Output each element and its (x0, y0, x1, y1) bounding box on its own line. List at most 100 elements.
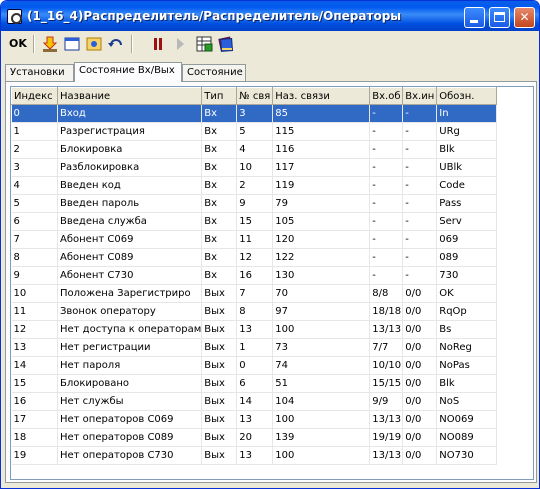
cell-type[interactable]: Вх (201, 248, 238, 267)
cell-link-number[interactable]: 2 (236, 176, 274, 195)
cell-in-info[interactable]: - (402, 248, 438, 267)
play-icon[interactable] (171, 35, 189, 53)
maximize-button[interactable] (489, 7, 510, 28)
cell-index[interactable]: 9 (11, 266, 58, 285)
cell-in-total[interactable]: - (369, 104, 404, 123)
table-row[interactable]: 5 Введен пароль Вх 9 79- - Pass (11, 194, 498, 213)
cell-index[interactable]: 10 (11, 284, 58, 303)
cell-index[interactable]: 3 (11, 158, 58, 177)
cell-link-name[interactable]: 130 (272, 266, 371, 285)
cell-name[interactable]: Вход (57, 104, 203, 123)
cell-in-total[interactable]: 19/19 (369, 428, 404, 447)
tab-io-state[interactable]: Состояние Вх/Вых (74, 62, 182, 82)
cell-designation[interactable]: NO069 (436, 410, 498, 429)
cell-in-total[interactable]: 9/9 (369, 392, 404, 411)
column-header-name[interactable]: Название (56, 87, 203, 105)
column-header-in-total[interactable]: Вх.об (369, 87, 404, 105)
cell-link-name[interactable]: 85 (272, 104, 371, 123)
cell-type[interactable]: Вых (201, 320, 238, 339)
column-header-designation[interactable]: Обозн. (436, 87, 498, 105)
cell-type[interactable]: Вх (201, 212, 238, 231)
minimize-button[interactable] (464, 7, 485, 28)
cell-name[interactable]: Введен пароль (57, 194, 203, 213)
table-row[interactable]: 18 Нет операторов С089 Вых 20 139 19/19 0/0 NO0… (11, 428, 498, 447)
cell-type[interactable]: Вых (201, 284, 238, 303)
cell-link-name[interactable]: 105 (272, 212, 371, 231)
io-table[interactable]: Индекс Название Тип № свя Наз. связи Вх.… (10, 86, 534, 480)
cell-in-info[interactable]: - (402, 140, 438, 159)
cell-in-total[interactable]: - (369, 140, 404, 159)
cell-in-info[interactable]: 0/0 (402, 410, 438, 429)
cell-designation[interactable]: Blk (436, 140, 498, 159)
table-row[interactable]: 8 Абонент С089 Вх 12 122- -089 (11, 248, 498, 267)
pause-icon[interactable] (149, 35, 167, 53)
cell-link-number[interactable]: 8 (236, 302, 274, 321)
cell-designation[interactable]: RqOp (436, 302, 498, 321)
cell-in-total[interactable]: - (369, 230, 404, 249)
cell-in-info[interactable]: 0/0 (402, 374, 438, 393)
table-row[interactable]: 3 Разблокировка Вх 10 117- - UBlk (11, 158, 498, 177)
cell-in-info[interactable]: - (402, 104, 438, 123)
table-row[interactable]: 17 Нет операторов С069 Вых 13 100 13/13 0/0 NO0… (11, 410, 498, 429)
column-header-in-info[interactable]: Вх.ин (402, 87, 438, 105)
cell-link-name[interactable]: 73 (272, 338, 371, 357)
record-icon[interactable] (85, 35, 103, 53)
cell-name[interactable]: Нет регистрации (57, 338, 203, 357)
cell-link-number[interactable]: 13 (236, 320, 274, 339)
cell-name[interactable]: Разблокировка (57, 158, 203, 177)
table-row[interactable]: 11 Звонок оператору Вых 8 97 18/18 0/0 RqOp (11, 302, 498, 321)
column-header-link-name[interactable]: Наз. связи (272, 87, 371, 105)
column-header-index[interactable]: Индекс (11, 87, 58, 105)
cell-type[interactable]: Вх (201, 122, 238, 141)
cell-in-info[interactable]: 0/0 (402, 302, 438, 321)
cell-designation[interactable]: 730 (436, 266, 498, 285)
column-header-type[interactable]: Тип (201, 87, 238, 105)
cell-in-total[interactable]: - (369, 158, 404, 177)
table-row[interactable]: 2 Блокировка Вх 4 116- - Blk (11, 140, 498, 159)
column-header-link-number[interactable]: № свя (236, 87, 274, 105)
title-bar[interactable]: (1_16_4)Распределитель/Распределитель/Оп… (1, 1, 539, 31)
cell-type[interactable]: Вых (201, 374, 238, 393)
cell-link-name[interactable]: 74 (272, 356, 371, 375)
table-row[interactable]: 15 Блокировано Вых 6 51 15/15 0/0 Blk (11, 374, 498, 393)
cell-type[interactable]: Вых (201, 338, 238, 357)
download-arrow-icon[interactable] (41, 35, 59, 53)
books-icon[interactable] (217, 35, 235, 53)
cell-designation[interactable]: NO089 (436, 428, 498, 447)
cell-in-info[interactable]: 0/0 (402, 320, 438, 339)
cell-link-name[interactable]: 117 (272, 158, 371, 177)
cell-index[interactable]: 5 (11, 194, 58, 213)
cell-link-name[interactable]: 51 (272, 374, 371, 393)
cell-name[interactable]: Нет пароля (57, 356, 203, 375)
cell-designation[interactable]: UBlk (436, 158, 498, 177)
cell-link-name[interactable]: 70 (272, 284, 371, 303)
cell-index[interactable]: 11 (11, 302, 58, 321)
cell-name[interactable]: Абонент С089 (57, 248, 203, 267)
cell-type[interactable]: Вх (201, 176, 238, 195)
cell-designation[interactable]: Bs (436, 320, 498, 339)
cell-type[interactable]: Вых (201, 302, 238, 321)
cell-type[interactable]: Вых (201, 446, 238, 465)
cell-link-number[interactable]: 6 (236, 374, 274, 393)
cell-in-info[interactable]: - (402, 158, 438, 177)
cell-index[interactable]: 17 (11, 410, 58, 429)
table-row[interactable]: 16 Нет службы Вых 14 104 9/9 0/0 NoS (11, 392, 498, 411)
cell-type[interactable]: Вх (201, 104, 238, 123)
cell-type[interactable]: Вх (201, 230, 238, 249)
cell-designation[interactable]: NoPas (436, 356, 498, 375)
cell-in-total[interactable]: - (369, 176, 404, 195)
cell-type[interactable]: Вых (201, 410, 238, 429)
cell-link-name[interactable]: 100 (272, 320, 371, 339)
cell-type[interactable]: Вых (201, 428, 238, 447)
cell-link-name[interactable]: 115 (272, 122, 371, 141)
cell-name[interactable]: Абонент С730 (57, 266, 203, 285)
cell-in-info[interactable]: 0/0 (402, 338, 438, 357)
cell-name[interactable]: Звонок оператору (57, 302, 203, 321)
cell-index[interactable]: 15 (11, 374, 58, 393)
cell-designation[interactable]: OK (436, 284, 498, 303)
table-row[interactable]: 13 Нет регистрации Вых 1 73 7/7 0/0 NoReg (11, 338, 498, 357)
cell-in-total[interactable]: 15/15 (369, 374, 404, 393)
cell-link-number[interactable]: 14 (236, 392, 274, 411)
cell-name[interactable]: Блокировка (57, 140, 203, 159)
cell-link-number[interactable]: 12 (236, 248, 274, 267)
